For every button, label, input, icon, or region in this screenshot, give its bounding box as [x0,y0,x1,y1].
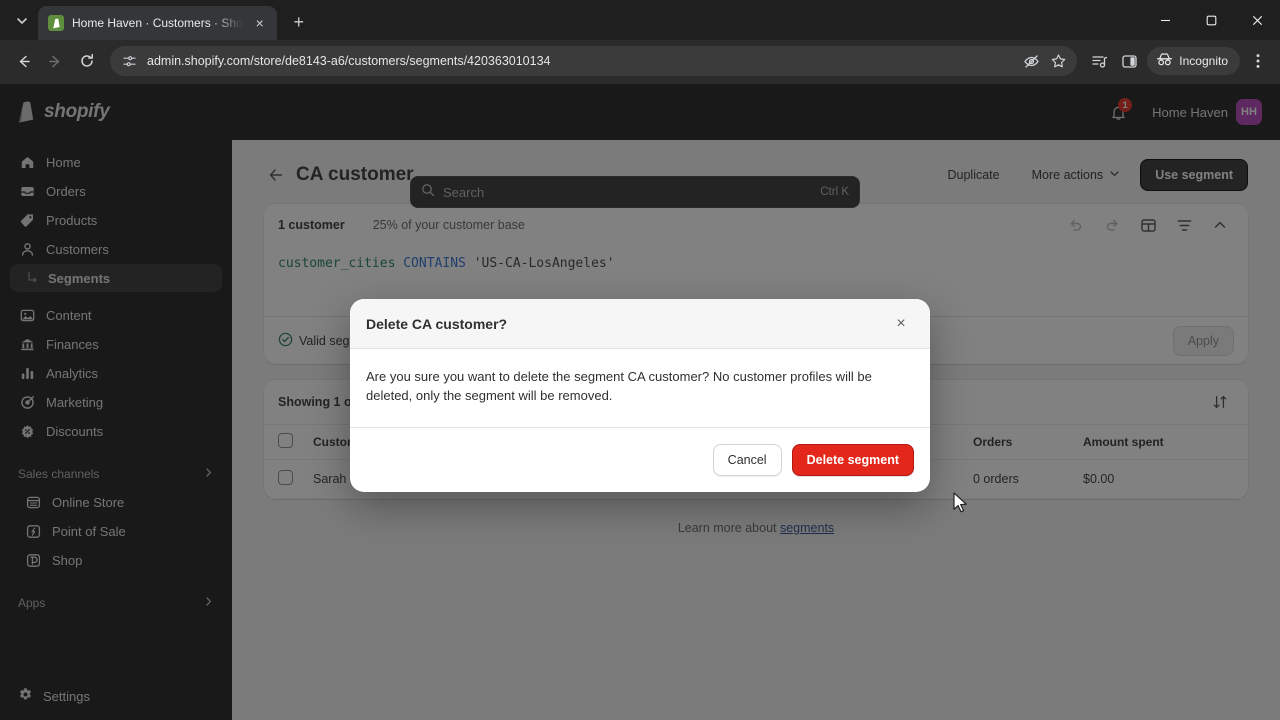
shopify-icon [48,15,64,31]
reading-list-icon[interactable] [1085,47,1113,75]
browser-toolbar: admin.shopify.com/store/de8143-a6/custom… [0,40,1280,82]
tab-title: Home Haven · Customers · Sho [72,16,243,30]
incognito-indicator[interactable]: Incognito [1147,47,1240,75]
reload-icon[interactable] [72,46,102,76]
modal-header: Delete CA customer? × [350,299,930,349]
site-settings-icon[interactable] [122,54,137,69]
window-controls [1142,0,1280,40]
browser-menu-icon[interactable] [1244,47,1272,75]
close-icon[interactable]: × [251,14,269,32]
browser-tab[interactable]: Home Haven · Customers · Sho × [38,6,277,40]
shopify-admin: shopify 1 Home Haven HH Search Ctrl K [0,84,1280,720]
minimize-icon[interactable] [1142,0,1188,40]
maximize-icon[interactable] [1188,0,1234,40]
modal-title: Delete CA customer? [366,315,508,332]
incognito-icon [1156,52,1173,70]
modal-body-text: Are you sure you want to delete the segm… [350,349,930,428]
url-text: admin.shopify.com/store/de8143-a6/custom… [147,54,551,68]
hide-password-icon[interactable] [1023,53,1040,70]
close-icon[interactable]: × [888,311,914,337]
close-window-icon[interactable] [1234,0,1280,40]
new-tab-button[interactable]: + [285,8,313,36]
cancel-button[interactable]: Cancel [712,444,782,476]
bookmark-star-icon[interactable] [1050,53,1067,70]
incognito-label: Incognito [1179,54,1228,68]
forward-icon[interactable] [40,46,70,76]
omnibox[interactable]: admin.shopify.com/store/de8143-a6/custom… [110,46,1078,76]
delete-segment-modal: Delete CA customer? × Are you sure you w… [350,299,930,492]
side-panel-icon[interactable] [1115,47,1143,75]
tab-search-button[interactable] [8,7,36,35]
back-icon[interactable] [8,46,38,76]
delete-segment-button[interactable]: Delete segment [791,444,914,476]
browser-tab-strip: Home Haven · Customers · Sho × + [0,0,1280,40]
modal-footer: Cancel Delete segment [350,428,930,492]
